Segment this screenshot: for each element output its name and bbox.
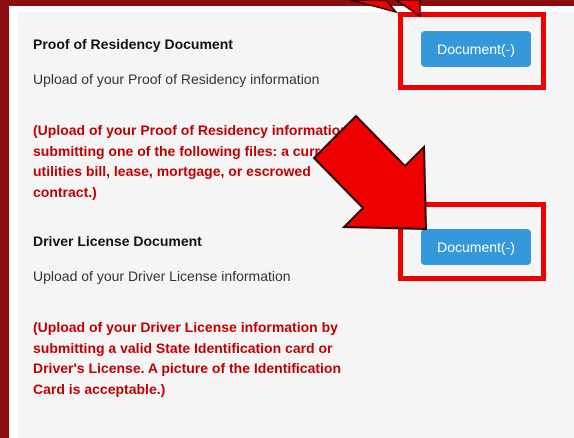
license-title: Driver License Document bbox=[33, 233, 202, 249]
license-note: (Upload of your Driver License informati… bbox=[33, 319, 342, 397]
residency-note: (Upload of your Proof of Residency infor… bbox=[33, 122, 370, 200]
residency-description: Upload of your Proof of Residency inform… bbox=[33, 71, 320, 87]
license-description: Upload of your Driver License informatio… bbox=[33, 268, 291, 284]
residency-title: Proof of Residency Document bbox=[33, 36, 233, 52]
license-document-button[interactable]: Document(-) bbox=[421, 229, 531, 265]
residency-document-button[interactable]: Document(-) bbox=[421, 31, 531, 67]
